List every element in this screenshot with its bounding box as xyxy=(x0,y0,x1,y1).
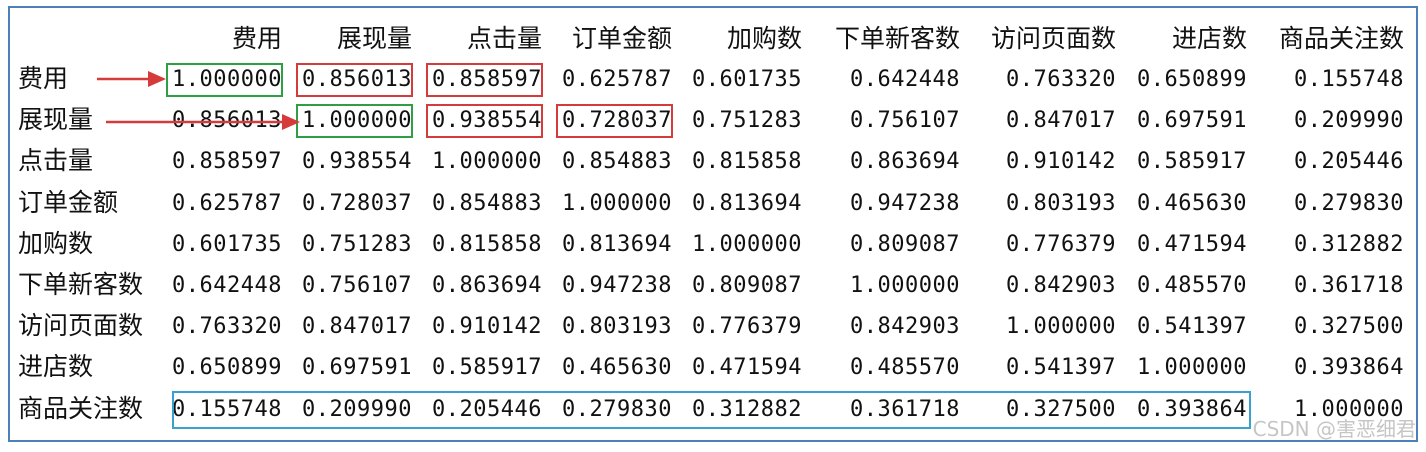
table-cell: 0.697591 xyxy=(302,355,412,381)
table-cell: 0.856013 xyxy=(302,67,412,92)
table-cell: 0.279830 xyxy=(1294,190,1404,216)
row-label: 商品关注数 xyxy=(18,393,144,423)
table-cell: 0.728037 xyxy=(562,108,672,134)
table-cell: 0.465630 xyxy=(1137,190,1247,216)
table-cell: 1.000000 xyxy=(562,190,672,216)
table-cell: 0.471594 xyxy=(1137,231,1247,257)
table-cell: 0.815858 xyxy=(432,231,542,257)
table-cell: 0.625787 xyxy=(562,67,672,92)
table-cell: 0.209990 xyxy=(1294,108,1404,134)
table-cell: 0.947238 xyxy=(562,273,672,298)
table-cell: 0.756107 xyxy=(302,273,412,298)
table-cell: 0.847017 xyxy=(302,314,412,340)
table-cell: 0.393864 xyxy=(1294,355,1404,381)
table-cell: 0.485570 xyxy=(1137,273,1247,298)
table-cell: 0.312882 xyxy=(1294,231,1404,257)
table-cell: 0.947238 xyxy=(850,190,960,216)
row-label: 点击量 xyxy=(18,146,94,176)
table-cell: 0.847017 xyxy=(1006,108,1116,134)
row-label: 加购数 xyxy=(18,228,94,258)
table-cell: 0.155748 xyxy=(172,396,282,422)
table-cell: 0.279830 xyxy=(562,396,672,422)
table-cell: 0.728037 xyxy=(302,190,412,216)
table-cell: 0.856013 xyxy=(172,108,282,134)
table-cell: 0.393864 xyxy=(1137,396,1247,422)
table-cell: 0.763320 xyxy=(1006,67,1116,92)
table-cell: 0.642448 xyxy=(850,67,960,92)
table-cell: 1.000000 xyxy=(850,273,960,298)
table-cell: 0.541397 xyxy=(1006,355,1116,381)
table-cell: 1.000000 xyxy=(1006,314,1116,340)
table-cell: 0.854883 xyxy=(432,190,542,216)
table-cell: 0.813694 xyxy=(692,190,802,216)
table-cell: 0.815858 xyxy=(692,149,802,175)
row-label: 下单新客数 xyxy=(18,270,144,299)
table-cell: 0.650899 xyxy=(1137,67,1247,92)
row-label: 订单金额 xyxy=(18,187,119,217)
watermark: CSDN @害恶细君 xyxy=(1252,417,1416,441)
table-cell: 0.763320 xyxy=(172,314,282,340)
table-cell: 0.751283 xyxy=(302,231,412,257)
row-label: 费用 xyxy=(18,64,69,93)
table-cell: 1.000000 xyxy=(172,67,282,92)
table-cell: 0.863694 xyxy=(850,149,960,175)
table-cell: 0.485570 xyxy=(850,355,960,381)
table-cell: 0.361718 xyxy=(1294,273,1404,298)
row-label: 进店数 xyxy=(18,352,94,382)
table-cell: 0.642448 xyxy=(172,273,282,298)
table-cell: 0.205446 xyxy=(1294,149,1404,175)
table-cell: 0.858597 xyxy=(432,67,542,92)
table-cell: 0.809087 xyxy=(692,273,802,298)
table-cell: 0.312882 xyxy=(692,396,802,422)
table-cell: 0.205446 xyxy=(432,396,542,422)
table-cell: 0.756107 xyxy=(850,108,960,134)
table-cell: 0.697591 xyxy=(1137,108,1247,134)
table-cell: 0.327500 xyxy=(1294,314,1404,340)
table-cell: 0.858597 xyxy=(172,149,282,175)
table-cell: 0.776379 xyxy=(1006,231,1116,257)
table-cell: 1.000000 xyxy=(692,231,802,257)
table-cell: 0.938554 xyxy=(302,149,412,175)
table-cell: 0.776379 xyxy=(692,314,802,340)
table-cell: 0.650899 xyxy=(172,355,282,381)
table-cell: 0.471594 xyxy=(692,355,802,381)
table-cell: 0.842903 xyxy=(1006,273,1116,298)
table-cell: 1.000000 xyxy=(302,108,412,134)
table-cell: 0.803193 xyxy=(562,314,672,340)
table-cell: 0.751283 xyxy=(692,108,802,134)
table-cell: 0.910142 xyxy=(432,314,542,340)
table-cell: 0.465630 xyxy=(562,355,672,381)
table-cell: 0.938554 xyxy=(432,108,542,134)
table-cell: 0.803193 xyxy=(1006,190,1116,216)
table-cell: 0.809087 xyxy=(850,231,960,257)
row-label: 访问页面数 xyxy=(18,311,144,341)
table-cell: 0.209990 xyxy=(302,396,412,422)
table-cell: 0.361718 xyxy=(850,396,960,422)
table-cell: 0.585917 xyxy=(432,355,542,381)
table-cell: 1.000000 xyxy=(432,149,542,175)
column-header: 商品关注数 xyxy=(1278,24,1404,53)
table-cell: 0.541397 xyxy=(1137,314,1247,340)
row-label: 展现量 xyxy=(18,105,94,135)
table-cell: 0.842903 xyxy=(850,314,960,340)
table-cell: 0.813694 xyxy=(562,231,672,257)
table-cell: 1.000000 xyxy=(1137,355,1247,381)
table-cell: 0.625787 xyxy=(172,190,282,216)
table-cell: 0.863694 xyxy=(432,273,542,298)
table-cell: 0.585917 xyxy=(1137,149,1247,175)
table-cell: 0.910142 xyxy=(1006,149,1116,175)
table-cell: 0.155748 xyxy=(1294,67,1404,92)
table-cell: 0.327500 xyxy=(1006,396,1116,422)
table-cell: 0.601735 xyxy=(692,67,802,92)
table-cell: 0.854883 xyxy=(562,149,672,175)
table-cell: 0.601735 xyxy=(172,231,282,257)
